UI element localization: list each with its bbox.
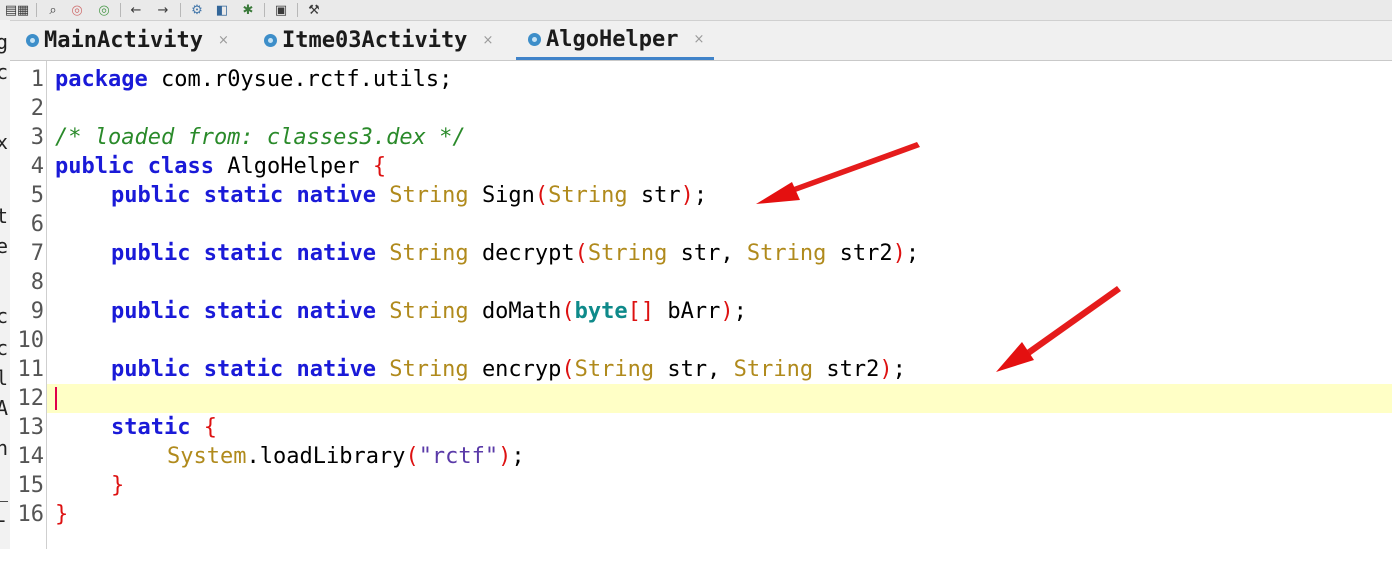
tab-label: MainActivity bbox=[44, 28, 203, 53]
code-text-area[interactable]: package com.r0ysue.rctf.utils; /* loaded… bbox=[47, 61, 1392, 549]
line-number: 6 bbox=[30, 212, 44, 237]
line-number: 3 bbox=[30, 125, 44, 150]
tab-itme03activity[interactable]: Itme03Activity × bbox=[264, 21, 493, 60]
line-number: 9 bbox=[30, 299, 44, 324]
code-line-12-current bbox=[47, 384, 1392, 413]
code-line-4: public class AlgoHelper { bbox=[55, 154, 387, 179]
line-number: 13 bbox=[17, 415, 45, 440]
main-toolbar: ▤ ▦ ⌕ ◎ ◎ ← → ⚙ ◧ ✱ ▣ ⚒ bbox=[0, 0, 1392, 21]
search-class-icon[interactable]: ◎ bbox=[68, 1, 86, 19]
clipped-text: - bbox=[0, 508, 8, 532]
clipped-text: c bbox=[0, 304, 8, 328]
line-number: 8 bbox=[30, 270, 44, 295]
tab-label: AlgoHelper bbox=[546, 26, 679, 52]
line-number: 1 bbox=[30, 67, 44, 92]
line-number: 4 bbox=[30, 154, 44, 179]
code-line-5: public static native String Sign(String … bbox=[111, 183, 708, 208]
line-number: 11 bbox=[17, 357, 45, 382]
code-line-3: /* loaded from: classes3.dex */ bbox=[55, 125, 466, 150]
line-number: 12 bbox=[17, 386, 45, 411]
clipped-text: x bbox=[0, 130, 8, 154]
toolbar-divider bbox=[180, 3, 181, 17]
editor-tab-bar: MainActivity × Itme03Activity × AlgoHelp… bbox=[10, 21, 1392, 61]
toolbar-divider bbox=[297, 3, 298, 17]
line-number: 7 bbox=[30, 241, 44, 266]
close-icon[interactable]: × bbox=[693, 32, 704, 47]
code-line-1: package com.r0ysue.rctf.utils; bbox=[55, 67, 453, 92]
clipped-text: g bbox=[0, 30, 8, 54]
settings-wrench-icon[interactable]: ⚒ bbox=[305, 1, 323, 19]
tree-icon[interactable]: ▦ bbox=[14, 1, 32, 19]
back-arrow-icon[interactable]: ← bbox=[127, 1, 145, 19]
code-editor[interactable]: 1 2 3 4 5 6 7 8 9 10 11 12 13 14 15 16 p… bbox=[10, 61, 1392, 549]
quick-find-icon[interactable]: ◧ bbox=[213, 1, 231, 19]
class-icon bbox=[264, 34, 277, 47]
clipped-text: _ bbox=[0, 478, 8, 502]
code-line-15: } bbox=[111, 473, 125, 498]
line-number: 2 bbox=[30, 96, 44, 121]
code-line-16: } bbox=[55, 502, 69, 527]
search-text-icon[interactable]: ◎ bbox=[95, 1, 113, 19]
forward-arrow-icon[interactable]: → bbox=[154, 1, 172, 19]
code-line-14: System.loadLibrary("rctf"); bbox=[167, 444, 525, 469]
clipped-text: l bbox=[0, 366, 8, 390]
toolbar-divider bbox=[36, 3, 37, 17]
clipped-text: c bbox=[0, 336, 8, 360]
line-number-gutter: 1 2 3 4 5 6 7 8 9 10 11 12 13 14 15 16 bbox=[10, 61, 47, 549]
clipped-text: e bbox=[0, 234, 8, 258]
close-icon[interactable]: × bbox=[218, 33, 229, 48]
debug-bug-icon[interactable]: ✱ bbox=[239, 1, 257, 19]
line-number: 5 bbox=[30, 183, 44, 208]
code-line-13: static { bbox=[111, 415, 217, 440]
clipped-text: A bbox=[0, 396, 8, 420]
toolbar-divider bbox=[264, 3, 265, 17]
close-icon[interactable]: × bbox=[482, 33, 493, 48]
line-number: 14 bbox=[17, 444, 45, 469]
code-line-9: public static native String doMath(byte[… bbox=[111, 299, 747, 324]
line-number: 16 bbox=[17, 502, 45, 527]
tab-mainactivity[interactable]: MainActivity × bbox=[26, 21, 229, 60]
line-number: 10 bbox=[17, 328, 45, 353]
tab-label: Itme03Activity bbox=[282, 28, 468, 53]
clipped-text: h bbox=[0, 436, 8, 460]
class-icon bbox=[528, 32, 541, 46]
class-icon bbox=[26, 34, 39, 47]
text-caret bbox=[55, 387, 57, 410]
log-viewer-icon[interactable]: ▣ bbox=[272, 1, 290, 19]
code-line-7: public static native String decrypt(Stri… bbox=[111, 241, 920, 266]
clipped-text: c bbox=[0, 60, 8, 84]
clipped-text: t bbox=[0, 204, 8, 228]
line-number: 15 bbox=[17, 473, 45, 498]
toolbar-divider bbox=[120, 3, 121, 17]
tab-algohelper[interactable]: AlgoHelper × bbox=[516, 21, 715, 60]
deobfuscation-icon[interactable]: ⚙ bbox=[188, 1, 206, 19]
code-line-11: public static native String encryp(Strin… bbox=[111, 357, 906, 382]
search-icon[interactable]: ⌕ bbox=[44, 1, 62, 19]
